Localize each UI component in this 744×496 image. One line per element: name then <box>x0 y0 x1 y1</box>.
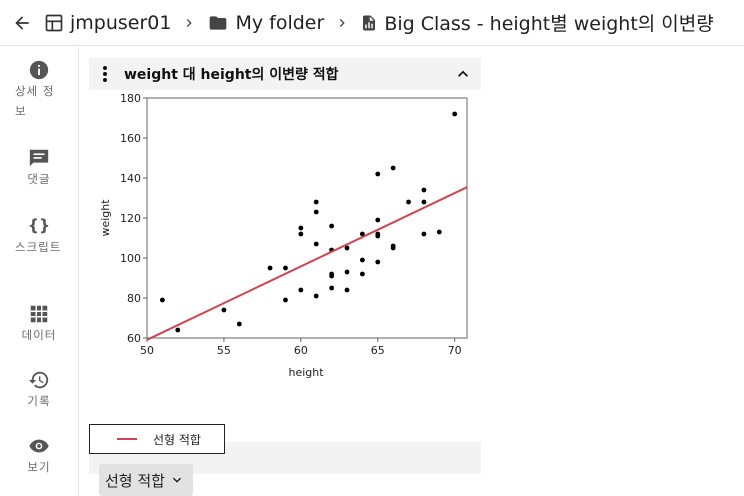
sidebar-item-comments[interactable]: 댓글 <box>0 147 78 189</box>
more-options-button[interactable] <box>89 65 121 83</box>
data-point[interactable] <box>344 287 350 293</box>
folder-icon <box>210 15 227 30</box>
y-tick-label: 60 <box>127 332 141 345</box>
sidebar-item-data[interactable]: 데이터 <box>0 303 78 345</box>
data-point[interactable] <box>298 287 304 293</box>
breadcrumb-report[interactable]: Big Class - height별 weight의 이변량 <box>360 9 714 36</box>
sidebar-item-label: 보기 <box>27 460 51 474</box>
sidebar-item-history[interactable]: 기록 <box>0 369 78 411</box>
data-point[interactable] <box>375 259 381 265</box>
sidebar-item-details[interactable]: 상세 정보 <box>0 59 78 121</box>
sidebar-item-script[interactable]: {} 스크립트 <box>0 213 78 257</box>
panel-title: weight 대 height의 이변량 적합 <box>124 67 339 83</box>
x-tick-label: 60 <box>294 344 308 357</box>
data-point[interactable] <box>452 111 458 117</box>
chevron-right-icon <box>171 15 207 31</box>
breadcrumb-user-label: jmpuser01 <box>70 11 172 34</box>
x-tick-label: 50 <box>140 344 154 357</box>
sidebar-item-label: 댓글 <box>27 172 51 186</box>
y-axis-label: weight <box>99 199 112 237</box>
legend[interactable]: 선형 적합 <box>89 424 225 454</box>
x-tick-label: 55 <box>217 344 231 357</box>
top-navigation-bar: jmpuser01 My folder Big Class - height별 … <box>0 0 744 46</box>
data-point[interactable] <box>236 321 242 327</box>
data-point[interactable] <box>221 307 227 313</box>
data-point[interactable] <box>406 199 411 205</box>
data-point[interactable] <box>313 209 319 215</box>
data-point[interactable] <box>421 199 427 205</box>
plot-frame <box>146 97 468 339</box>
data-point[interactable] <box>283 297 288 303</box>
sidebar-item-label: 데이터 <box>21 328 57 342</box>
data-point[interactable] <box>436 229 442 235</box>
data-point[interactable] <box>359 271 365 277</box>
y-tick-label: 100 <box>120 252 141 265</box>
back-button[interactable] <box>0 0 44 45</box>
data-point[interactable] <box>329 285 335 291</box>
panel-header: weight 대 height의 이변량 적합 <box>89 58 481 90</box>
data-point[interactable] <box>329 273 335 279</box>
bivariate-report-panel: weight 대 height의 이변량 적합 60 80 100 120 140 160… <box>89 58 481 496</box>
data-point[interactable] <box>313 293 319 299</box>
report-file-icon <box>363 15 376 30</box>
y-tick-label: 80 <box>127 292 141 305</box>
data-point[interactable] <box>344 269 350 275</box>
script-braces-icon: {} <box>28 217 50 235</box>
table-grid-icon <box>30 305 48 323</box>
legend-label: 선형 적합 <box>153 432 201 447</box>
breadcrumb-folder[interactable]: My folder <box>207 12 324 34</box>
breadcrumb-user[interactable]: jmpuser01 <box>44 12 171 34</box>
breadcrumb-folder-label: My folder <box>235 11 325 34</box>
y-tick-label: 140 <box>120 172 141 185</box>
linear-fit-dropdown-button[interactable]: 선형 적합 <box>99 464 193 496</box>
data-point[interactable] <box>298 225 304 231</box>
data-point[interactable] <box>267 265 273 271</box>
x-axis-label: height <box>288 366 324 379</box>
kebab-menu-icon <box>103 66 107 82</box>
history-icon <box>28 371 49 389</box>
data-point[interactable] <box>283 265 288 271</box>
svg-text:{}: {} <box>28 217 50 235</box>
legend-swatch <box>117 438 137 440</box>
chevron-down-icon <box>172 477 181 483</box>
comment-icon <box>29 149 49 167</box>
collapse-button[interactable] <box>453 64 473 88</box>
x-tick-label: 65 <box>371 344 385 357</box>
sidebar: 상세 정보 댓글 {} 스크립트 데이터 기록 보기 <box>0 47 79 496</box>
fit-button-label: 선형 적합 <box>105 471 165 490</box>
sidebar-item-view[interactable]: 보기 <box>0 435 78 477</box>
plot-area: 60 80 100 120 140 160 180 50 55 60 65 70 height we… <box>89 90 481 496</box>
y-tick-label: 160 <box>120 132 141 145</box>
arrow-left-icon <box>15 15 29 30</box>
data-point[interactable] <box>159 297 165 303</box>
chevron-right-icon <box>324 15 360 31</box>
data-point[interactable] <box>421 187 427 193</box>
data-point[interactable] <box>313 241 319 247</box>
data-point[interactable] <box>390 245 396 251</box>
eye-icon <box>29 439 49 453</box>
data-point[interactable] <box>359 257 365 263</box>
info-icon <box>29 60 49 80</box>
sidebar-item-label: 상세 정보 <box>15 84 55 118</box>
x-tick-label: 70 <box>448 344 462 357</box>
data-point[interactable] <box>390 165 396 171</box>
breadcrumb-report-label: Big Class - height별 weight의 이변량 <box>384 13 714 35</box>
data-point[interactable] <box>375 171 381 177</box>
data-point[interactable] <box>329 223 335 229</box>
data-point[interactable] <box>298 231 304 237</box>
y-tick-label: 120 <box>120 212 141 225</box>
chevron-up-icon <box>458 70 468 77</box>
data-point[interactable] <box>421 231 427 237</box>
data-point[interactable] <box>375 233 381 239</box>
workspace-icon <box>45 14 63 31</box>
sidebar-item-label: 스크립트 <box>15 240 62 254</box>
data-point[interactable] <box>313 199 319 205</box>
data-point[interactable] <box>375 217 381 223</box>
data-point[interactable] <box>175 327 181 333</box>
scatter-chart[interactable]: 60 80 100 120 140 160 180 50 55 60 65 70 height we… <box>89 90 481 390</box>
sidebar-item-label: 기록 <box>27 394 51 408</box>
y-tick-label: 180 <box>120 92 141 105</box>
